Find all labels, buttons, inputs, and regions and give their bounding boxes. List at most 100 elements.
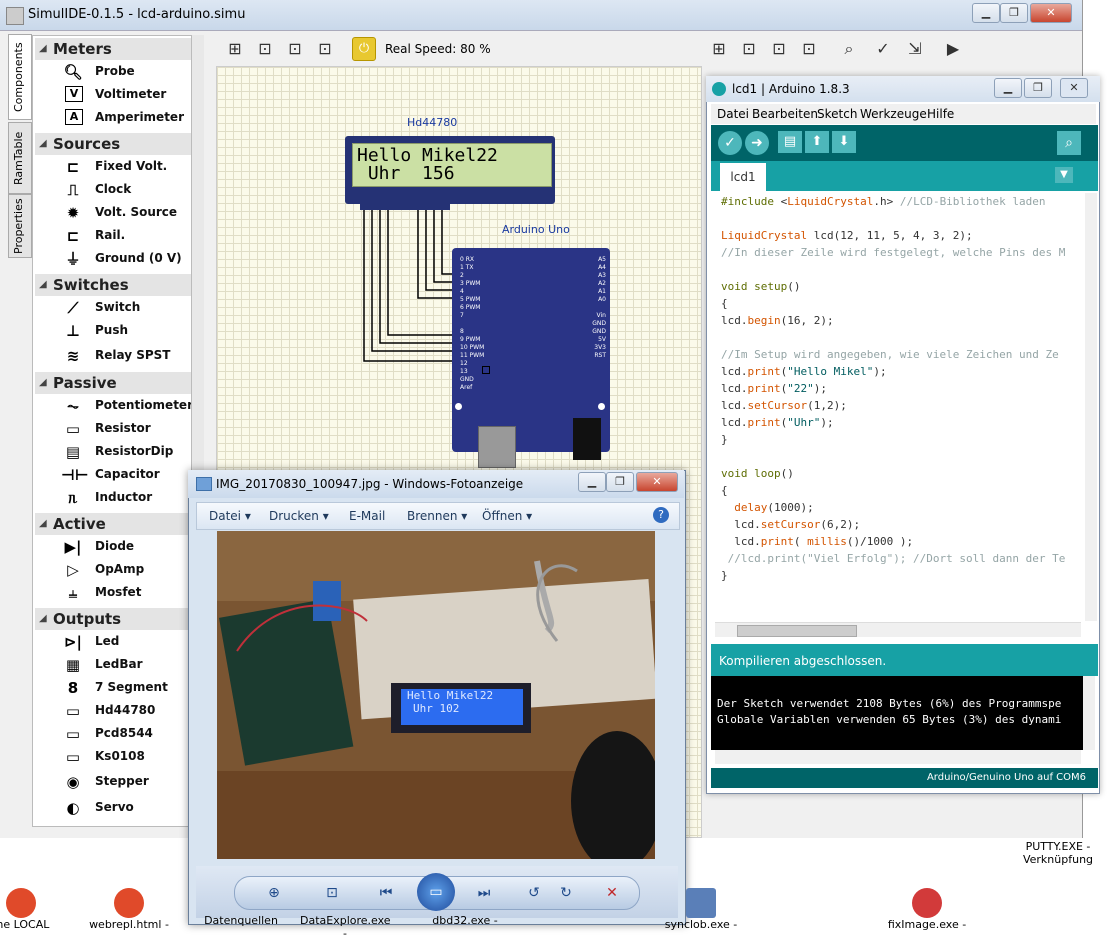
save-as-icon[interactable]: ⊡ <box>314 38 336 60</box>
save-icon[interactable]: ⊡ <box>768 38 790 60</box>
desktop-icon-dbd32[interactable]: dbd32.exe - <box>420 914 510 927</box>
component-voltimeter[interactable]: V Voltimeter <box>61 84 191 106</box>
desktop-icon-putty[interactable]: PUTTY.EXE - Verknüpfung <box>1008 840 1108 866</box>
component-relay-spst[interactable]: ≋ Relay SPST <box>61 345 191 367</box>
new-sketch-icon[interactable]: ▤ <box>778 131 802 153</box>
menu-brennen[interactable]: Brennen ▾ <box>407 509 467 523</box>
find-icon[interactable]: ⌕ <box>838 38 860 60</box>
compile-check-icon[interactable]: ✓ <box>872 38 894 60</box>
component-servo[interactable]: ◐ Servo <box>61 797 191 819</box>
component-volt-source[interactable]: ✹ Volt. Source <box>61 202 191 224</box>
open-file-icon[interactable]: ⊡ <box>254 38 276 60</box>
next-icon[interactable]: ⏭ <box>473 883 495 903</box>
code-editor[interactable]: #include <LiquidCrystal.h> //LCD-Bibliot… <box>715 193 1085 621</box>
component-ks0108[interactable]: ▭ Ks0108 <box>61 746 191 768</box>
component-resistordip[interactable]: ▤ ResistorDip <box>61 441 191 463</box>
menu-datei[interactable]: Datei <box>717 107 749 121</box>
upload-icon[interactable]: ➜ <box>745 131 769 155</box>
desktop-icon-synclob[interactable]: synclob.exe - <box>656 888 746 931</box>
component-mosfet[interactable]: ⫨ Mosfet <box>61 582 191 604</box>
rotate-clockwise-icon[interactable]: ↻ <box>555 883 577 903</box>
component-led[interactable]: ⊳| Led <box>61 631 191 653</box>
component-rail[interactable]: ⊏ Rail. <box>61 225 191 247</box>
run-icon[interactable]: ▶ <box>942 38 964 60</box>
component-stepper[interactable]: ◉ Stepper <box>61 771 191 793</box>
component-amperimeter[interactable]: A Amperimeter <box>61 107 191 129</box>
desktop-icon-webrepl[interactable]: webrepl.html - <box>84 888 174 931</box>
menu-oeffnen[interactable]: Öffnen ▾ <box>482 509 532 523</box>
minimize-button[interactable]: ▁ <box>994 78 1022 98</box>
desktop-icon-dataexplore[interactable]: DataExplore.exe - <box>300 914 391 940</box>
component-push[interactable]: ⊥ Push <box>61 320 191 342</box>
code-vertical-scrollbar[interactable] <box>1085 193 1097 621</box>
category-passive[interactable]: ◢ Passive <box>35 372 191 394</box>
component-clock[interactable]: ⎍ Clock <box>61 179 191 201</box>
menu-drucken[interactable]: Drucken ▾ <box>269 509 329 523</box>
component-pcd8544[interactable]: ▭ Pcd8544 <box>61 723 191 745</box>
fit-to-window-icon[interactable]: ⊡ <box>321 883 343 903</box>
zoom-icon[interactable]: ⊕ <box>263 883 285 903</box>
category-sources[interactable]: ◢ Sources <box>35 133 191 155</box>
save-sketch-icon[interactable]: ⬇ <box>832 131 856 153</box>
component-inductor[interactable]: ᥰ Inductor <box>61 487 191 509</box>
component-resistor[interactable]: ▭ Resistor <box>61 418 191 440</box>
desktop-icon-local[interactable]: me LOCAL <box>0 888 66 931</box>
component-7-segment[interactable]: 87 Segment <box>61 677 191 699</box>
power-button[interactable]: ⏻ <box>352 37 376 61</box>
code-horizontal-scrollbar[interactable] <box>715 622 1081 637</box>
desktop-icon-datenquellen[interactable]: Datenquellen <box>196 914 286 927</box>
menu-email[interactable]: E-Mail <box>349 509 385 523</box>
category-outputs[interactable]: ◢ Outputs <box>35 608 191 630</box>
open-file-icon[interactable]: ⊡ <box>738 38 760 60</box>
close-button[interactable]: ✕ <box>1060 78 1088 98</box>
minimize-button[interactable]: ▁ <box>972 3 1000 23</box>
component-opamp[interactable]: ▷ OpAmp <box>61 559 191 581</box>
open-sketch-icon[interactable]: ⬆ <box>805 131 829 153</box>
console-horizontal-scrollbar[interactable] <box>715 750 1081 764</box>
maximize-button[interactable]: ❐ <box>606 472 634 492</box>
category-active[interactable]: ◢ Active <box>35 513 191 535</box>
save-as-icon[interactable]: ⊡ <box>798 38 820 60</box>
minimize-button[interactable]: ▁ <box>578 472 606 492</box>
help-icon[interactable]: ? <box>653 507 669 523</box>
upload-icon[interactable]: ⇲ <box>904 38 926 60</box>
maximize-button[interactable]: ❐ <box>1024 78 1052 98</box>
tab-components[interactable]: Components <box>8 34 32 120</box>
console-scrollbar[interactable] <box>1083 676 1095 750</box>
new-file-icon[interactable]: ⊞ <box>224 38 246 60</box>
tab-menu-icon[interactable]: ▼ <box>1055 167 1073 183</box>
new-file-icon[interactable]: ⊞ <box>708 38 730 60</box>
rotate-counterclockwise-icon[interactable]: ↺ <box>523 883 545 903</box>
menu-datei[interactable]: Datei ▾ <box>209 509 251 523</box>
close-button[interactable]: ✕ <box>1030 3 1072 23</box>
delete-icon[interactable]: ✕ <box>601 883 623 903</box>
component-switch[interactable]: ⟋ Switch <box>61 297 191 319</box>
tab-ramtable[interactable]: RamTable <box>8 122 32 194</box>
category-meters[interactable]: ◢ Meters <box>35 38 191 60</box>
serial-monitor-icon[interactable]: ⌕ <box>1057 131 1081 155</box>
tab-lcd1[interactable]: lcd1 <box>720 163 766 191</box>
scroll-thumb[interactable] <box>737 625 857 637</box>
slideshow-icon[interactable]: ▭ <box>417 873 455 911</box>
component-ledbar[interactable]: ▦ LedBar <box>61 654 191 676</box>
component-capacitor[interactable]: ⊣⊢ Capacitor <box>61 464 191 486</box>
component-ground[interactable]: ⏚ Ground (0 V) <box>61 248 191 270</box>
component-potentiometer[interactable]: ⏦ Potentiometer <box>61 395 191 417</box>
fixed-volt-icon: ⊏ <box>66 158 80 176</box>
category-switches[interactable]: ◢ Switches <box>35 274 191 296</box>
maximize-button[interactable]: ❐ <box>1000 3 1028 23</box>
tab-properties[interactable]: Properties <box>8 194 32 258</box>
menu-sketch[interactable]: Sketch <box>817 107 857 121</box>
verify-icon[interactable]: ✓ <box>718 131 742 155</box>
menu-werkzeuge[interactable]: Werkzeuge <box>860 107 927 121</box>
previous-icon[interactable]: ⏮ <box>375 883 397 903</box>
component-fixed-volt[interactable]: ⊏ Fixed Volt. <box>61 156 191 178</box>
component-probe[interactable]: 🔍︎ Probe <box>61 61 191 83</box>
menu-hilfe[interactable]: Hilfe <box>927 107 954 121</box>
desktop-icon-fiximage[interactable]: fixImage.exe - <box>882 888 972 931</box>
save-file-icon[interactable]: ⊡ <box>284 38 306 60</box>
menu-bearbeiten[interactable]: Bearbeiten <box>752 107 818 121</box>
component-diode[interactable]: ▶| Diode <box>61 536 191 558</box>
component-hd44780[interactable]: ▭ Hd44780 <box>61 700 191 722</box>
close-button[interactable]: ✕ <box>636 472 678 492</box>
